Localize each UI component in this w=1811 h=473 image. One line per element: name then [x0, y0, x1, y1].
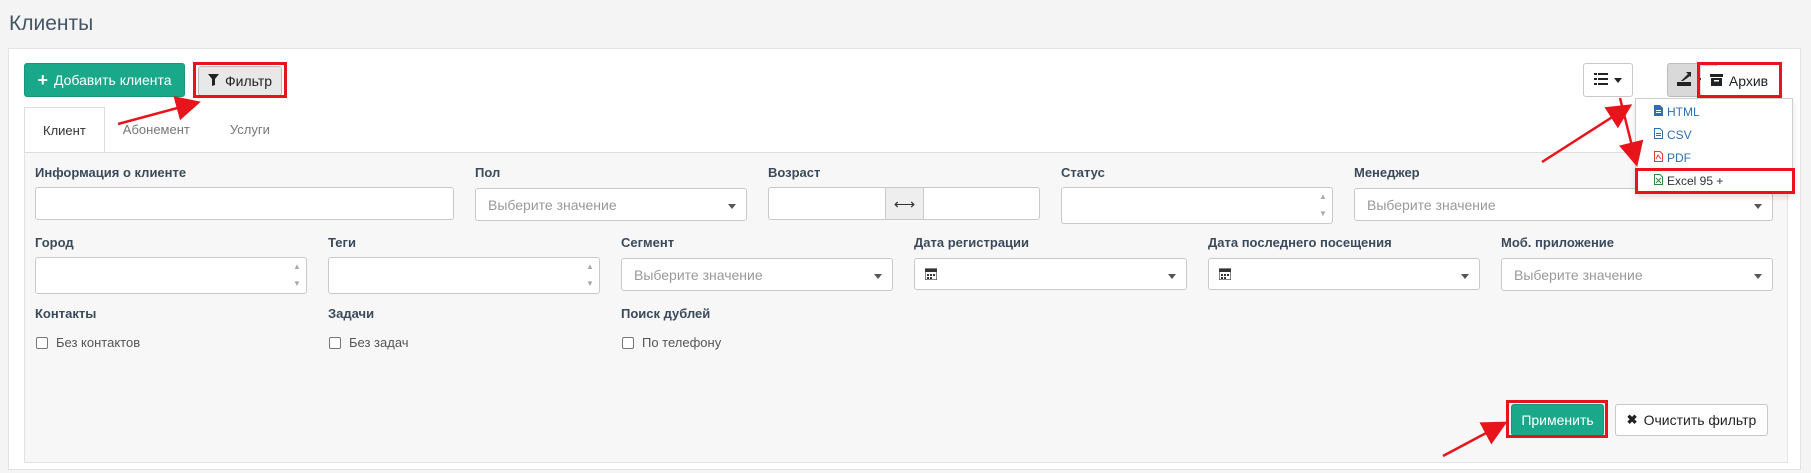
clear-filter-button[interactable]: ✖ Очистить фильтр	[1615, 404, 1768, 436]
export-csv-item[interactable]: CSV	[1654, 128, 1692, 142]
tab-services[interactable]: Услуги	[208, 107, 288, 153]
tags-input[interactable]: ▲ ▼	[328, 257, 600, 294]
tab-subscription[interactable]: Абонемент	[105, 107, 208, 153]
status-spinner[interactable]: ▲ ▼	[1316, 190, 1330, 221]
view-list-button[interactable]	[1583, 63, 1633, 97]
excel-highlight	[1635, 168, 1795, 194]
mobile-app-label: Моб. приложение	[1501, 235, 1615, 250]
range-arrow-icon: ⟷	[885, 187, 924, 220]
page-title: Клиенты	[9, 12, 94, 35]
contacts-label: Контакты	[35, 306, 97, 321]
apply-highlight	[1506, 400, 1608, 438]
checkbox-box[interactable]	[329, 336, 341, 349]
dupes-label: Поиск дублей	[621, 306, 711, 321]
last-visit-label: Дата последнего посещения	[1208, 235, 1392, 250]
city-label: Город	[35, 235, 74, 250]
age-to-input[interactable]	[923, 187, 1040, 220]
status-input[interactable]: ▲ ▼	[1061, 187, 1333, 224]
filter-highlight	[193, 62, 287, 98]
client-info-label: Информация о клиенте	[35, 165, 187, 180]
by-phone-label: По телефону	[642, 335, 722, 350]
chevron-down-icon	[1754, 204, 1762, 209]
plus-icon: +	[37, 70, 48, 90]
no-tasks-label: Без задач	[349, 335, 409, 350]
add-client-label: Добавить клиента	[53, 72, 172, 88]
tasks-label: Задачи	[328, 306, 375, 321]
status-label: Статус	[1061, 165, 1105, 180]
caret-up-icon: ▲	[586, 262, 594, 271]
segment-select[interactable]: Выберите значение	[621, 258, 893, 291]
calendar-icon	[1219, 268, 1231, 280]
no-contacts-checkbox[interactable]: Без контактов	[36, 335, 140, 350]
tags-label: Теги	[328, 235, 356, 250]
reg-date-label: Дата регистрации	[914, 235, 1030, 250]
reg-date-picker[interactable]	[914, 258, 1187, 290]
checkbox-box[interactable]	[622, 336, 634, 349]
filter-tabs: Клиент Абонемент Услуги	[24, 107, 288, 153]
file-csv-icon	[1654, 128, 1663, 142]
list-icon	[1594, 72, 1608, 88]
manager-placeholder: Выберите значение	[1367, 196, 1496, 213]
tags-spinner[interactable]: ▲ ▼	[583, 260, 597, 291]
client-info-input[interactable]	[35, 187, 454, 220]
export-html-label: HTML	[1667, 105, 1700, 119]
age-from-input[interactable]	[768, 187, 886, 220]
no-contacts-label: Без контактов	[56, 335, 141, 350]
caret-down-icon: ▼	[586, 279, 594, 288]
archive-highlight	[1697, 62, 1782, 98]
mobile-app-select[interactable]: Выберите значение	[1501, 258, 1773, 291]
add-client-button[interactable]: + Добавить клиента	[24, 63, 185, 97]
caret-up-icon: ▲	[1319, 192, 1327, 201]
chevron-down-icon	[1461, 274, 1469, 279]
clear-x-icon: ✖	[1626, 412, 1638, 427]
tab-client[interactable]: Клиент	[24, 107, 105, 153]
checkbox-box[interactable]	[36, 336, 48, 349]
segment-placeholder: Выберите значение	[634, 266, 763, 283]
chevron-down-icon	[1614, 77, 1622, 83]
file-pdf-icon	[1654, 151, 1663, 165]
calendar-icon	[925, 268, 937, 280]
chevron-down-icon	[1168, 274, 1176, 279]
file-html-icon	[1654, 105, 1663, 119]
city-spinner[interactable]: ▲ ▼	[290, 260, 304, 291]
gender-label: Пол	[475, 165, 501, 180]
chevron-down-icon	[1754, 274, 1762, 279]
export-html-item[interactable]: HTML	[1654, 105, 1700, 119]
export-icon	[1677, 71, 1693, 89]
no-tasks-checkbox[interactable]: Без задач	[329, 335, 409, 350]
export-csv-label: CSV	[1667, 128, 1692, 142]
export-pdf-label: PDF	[1667, 151, 1691, 165]
city-input[interactable]: ▲ ▼	[35, 257, 307, 294]
mobile-app-placeholder: Выберите значение	[1514, 266, 1643, 283]
age-label: Возраст	[768, 165, 821, 180]
clear-filter-label: Очистить фильтр	[1643, 412, 1757, 428]
last-visit-picker[interactable]	[1208, 258, 1480, 290]
chevron-down-icon	[728, 204, 736, 209]
export-pdf-item[interactable]: PDF	[1654, 151, 1691, 165]
manager-label: Менеджер	[1354, 165, 1420, 180]
segment-label: Сегмент	[621, 235, 675, 250]
gender-select[interactable]: Выберите значение	[475, 188, 747, 221]
chevron-down-icon	[874, 274, 882, 279]
caret-down-icon: ▼	[293, 279, 301, 288]
caret-up-icon: ▲	[293, 262, 301, 271]
gender-placeholder: Выберите значение	[488, 196, 617, 213]
by-phone-checkbox[interactable]: По телефону	[622, 335, 721, 350]
caret-down-icon: ▼	[1319, 209, 1327, 218]
